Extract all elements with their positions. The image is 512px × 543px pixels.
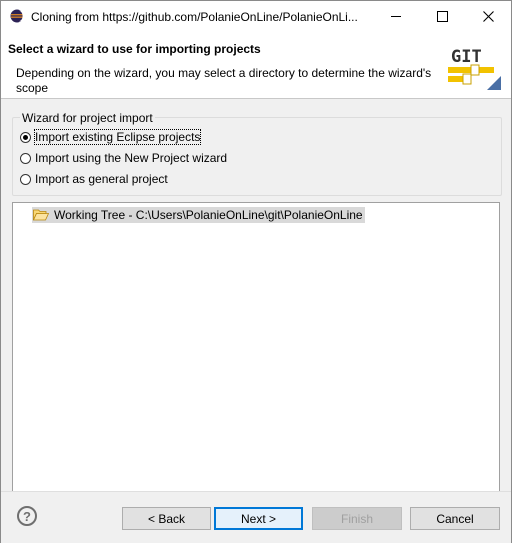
title-bar[interactable]: Cloning from https://github.com/PolanieO… [1, 1, 511, 31]
radio-button-checked[interactable] [20, 131, 31, 143]
import-wizard-dialog: Cloning from https://github.com/PolanieO… [0, 0, 512, 543]
wizard-group-label: Wizard for project import [20, 111, 155, 125]
page-title: Select a wizard to use for importing pro… [8, 42, 261, 56]
maximize-button[interactable] [419, 1, 465, 31]
cancel-button[interactable]: Cancel [410, 507, 500, 530]
git-logo-icon: GIT [445, 42, 501, 90]
tree-item-working-tree[interactable]: Working Tree - C:\Users\PolanieOnLine\gi… [32, 207, 365, 223]
help-button[interactable]: ? [17, 506, 37, 526]
radio-button[interactable] [20, 173, 31, 185]
close-icon [482, 10, 494, 22]
wizard-header: Select a wizard to use for importing pro… [1, 32, 511, 99]
wizard-content: Wizard for project import Import existin… [1, 99, 511, 530]
next-button[interactable]: Next > [214, 507, 303, 530]
git-logo-text: GIT [451, 47, 482, 67]
radio-import-new-project-wizard[interactable]: Import using the New Project wizard [20, 151, 227, 165]
help-icon: ? [23, 508, 31, 524]
finish-button[interactable]: Finish [312, 507, 402, 530]
minimize-button[interactable] [373, 1, 419, 31]
page-description: Depending on the wizard, you may select … [16, 66, 432, 95]
radio-import-general-project[interactable]: Import as general project [20, 172, 168, 186]
project-tree[interactable]: Working Tree - C:\Users\PolanieOnLine\gi… [12, 202, 500, 530]
tree-item-label: Working Tree - C:\Users\PolanieOnLine\gi… [54, 208, 363, 222]
radio-button[interactable] [20, 152, 31, 164]
eclipse-icon [10, 9, 24, 23]
radio-import-existing[interactable]: Import existing Eclipse projects [20, 129, 202, 145]
close-button[interactable] [465, 1, 511, 31]
minimize-icon [391, 15, 401, 17]
maximize-icon [436, 10, 448, 22]
radio-label: Import using the New Project wizard [35, 151, 228, 165]
folder-open-icon [33, 209, 49, 221]
radio-label: Import as general project [35, 172, 168, 186]
button-bar: ? < Back Next > Finish Cancel [1, 491, 511, 543]
radio-label: Import existing Eclipse projects [33, 129, 202, 145]
window-title: Cloning from https://github.com/PolanieO… [31, 10, 358, 24]
back-button[interactable]: < Back [122, 507, 211, 530]
